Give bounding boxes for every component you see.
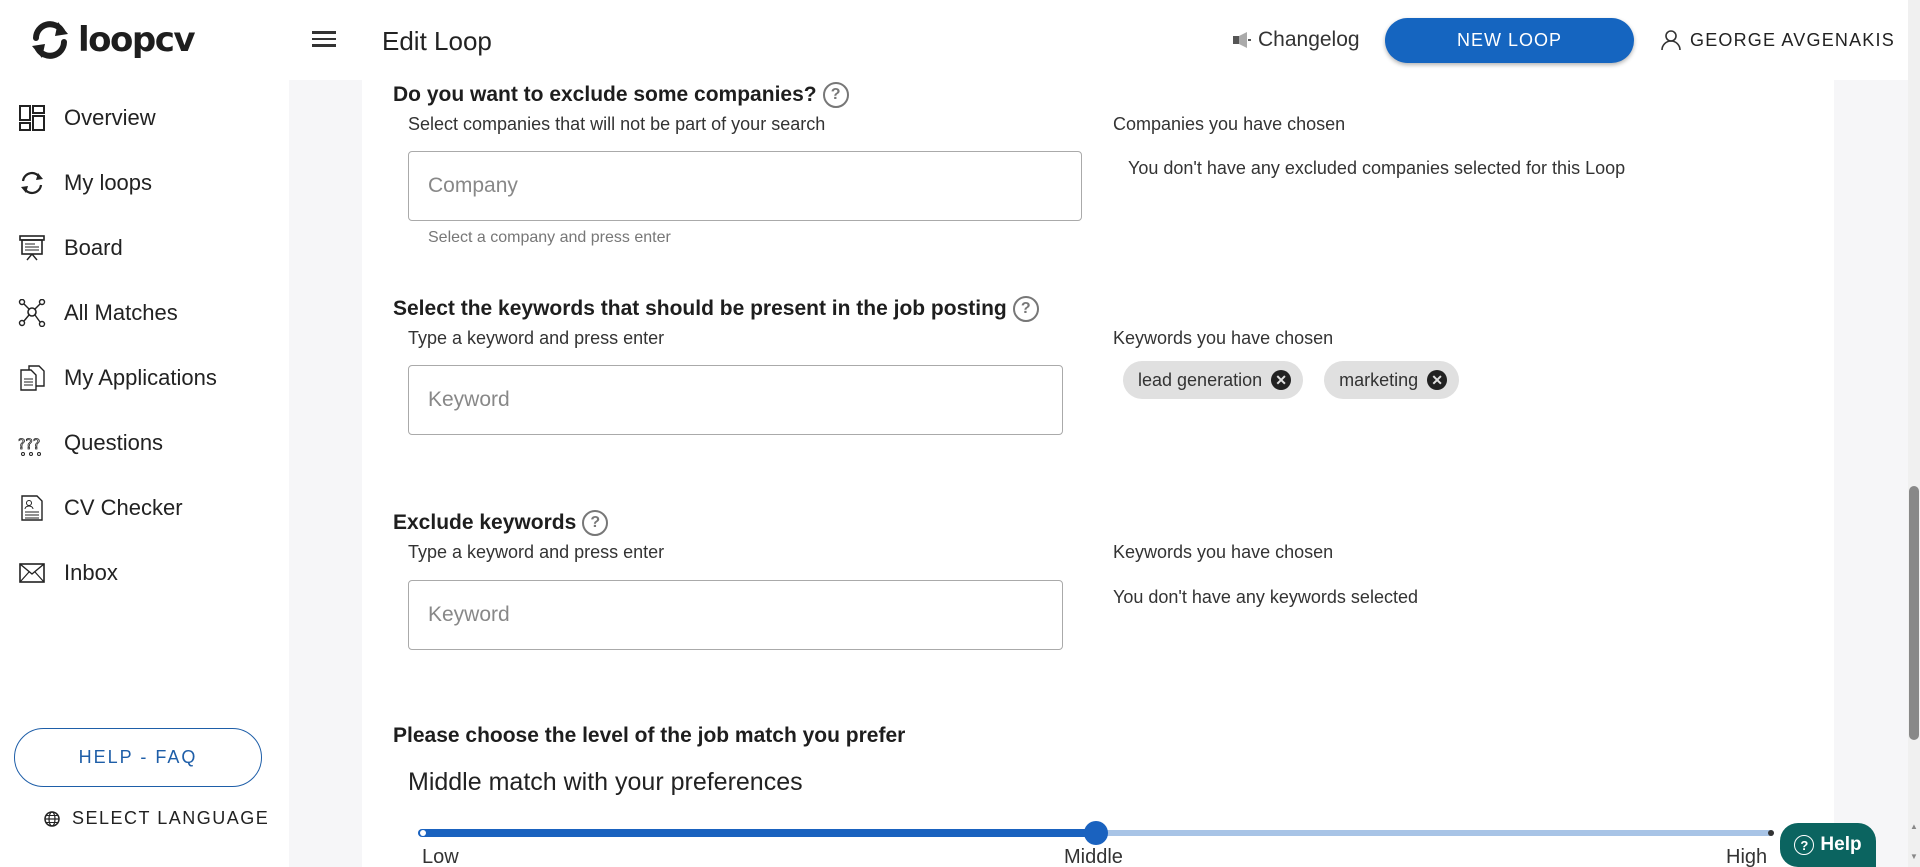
sidebar-item-my-loops[interactable]: My loops: [18, 169, 152, 197]
documents-icon: [20, 365, 45, 391]
globe-icon: [44, 810, 60, 827]
match-level-current: Middle match with your preferences: [408, 768, 803, 796]
include-keyword-input[interactable]: [408, 365, 1063, 435]
keyword-chips: lead generation ✕ marketing ✕: [1123, 361, 1460, 399]
content-gutter-left: [289, 80, 362, 867]
cv-icon: [21, 495, 43, 521]
scroll-down-arrow-icon[interactable]: ▼: [1910, 852, 1918, 861]
heading-text: Select the keywords that should be prese…: [393, 297, 1007, 320]
sidebar-item-label: My loops: [64, 170, 153, 195]
sidebar-item-all-matches[interactable]: All Matches: [18, 299, 178, 327]
content-gutter-right: [1834, 80, 1908, 867]
match-level-heading: Please choose the level of the job match…: [393, 724, 905, 748]
include-keywords-subtitle: Type a keyword and press enter: [408, 328, 665, 348]
sidebar-item-overview[interactable]: Overview: [18, 104, 156, 132]
include-keywords-heading: Select the keywords that should be prese…: [393, 296, 1039, 322]
envelope-icon: [19, 563, 45, 583]
chip-label: marketing: [1339, 369, 1419, 390]
help-question-icon: ?: [1794, 835, 1815, 855]
dashboard-icon: [19, 105, 45, 131]
keywords-chosen-label: Keywords you have chosen: [1113, 328, 1334, 348]
megaphone-icon: [1233, 32, 1251, 48]
loop-logo-icon: [32, 21, 68, 59]
sidebar: Overview My loops Board All Matches My A…: [0, 80, 289, 867]
sidebar-item-label: Overview: [64, 105, 156, 130]
companies-empty-text: You don't have any excluded companies se…: [1128, 158, 1626, 178]
select-language-button[interactable]: SELECT LANGUAGE: [44, 808, 269, 829]
slider-track-fill: [418, 829, 1096, 837]
sidebar-item-my-applications[interactable]: My Applications: [18, 364, 217, 392]
company-input[interactable]: [408, 151, 1082, 221]
help-question-icon[interactable]: ?: [582, 510, 609, 536]
sidebar-item-label: All Matches: [64, 300, 178, 325]
help-widget-button[interactable]: ? Help: [1780, 823, 1876, 867]
sidebar-item-label: Inbox: [64, 560, 118, 585]
keyword-chip: lead generation ✕: [1123, 361, 1304, 399]
select-language-label: SELECT LANGUAGE: [72, 808, 270, 828]
slider-label-high: High: [1726, 846, 1768, 867]
scrollbar-thumb[interactable]: [1909, 486, 1919, 740]
excluded-keywords-chosen-label: Keywords you have chosen: [1113, 542, 1334, 562]
heading-text: Do you want to exclude some companies?: [393, 83, 817, 106]
sidebar-item-cv-checker[interactable]: CV Checker: [18, 494, 183, 522]
loop-icon: [21, 171, 43, 195]
exclude-keywords-heading: Exclude keywords ?: [393, 510, 609, 536]
page-scrollbar[interactable]: ▲ ▼: [1908, 0, 1920, 867]
board-icon: [19, 235, 45, 261]
changelog-link[interactable]: Changelog: [1232, 28, 1360, 52]
heading-text: Please choose the level of the job match…: [393, 724, 906, 747]
slider-tick-high: [1768, 830, 1774, 836]
help-question-icon[interactable]: ?: [1012, 296, 1039, 322]
changelog-label: Changelog: [1258, 28, 1360, 51]
scroll-up-arrow-icon[interactable]: ▲: [1910, 822, 1918, 831]
svg-text:???: ???: [18, 437, 40, 453]
company-input-helper: Select a company and press enter: [428, 229, 671, 246]
slider-tick-low: [420, 830, 426, 836]
network-icon: [18, 299, 46, 327]
user-name: GEORGE AVGENAKIS: [1690, 29, 1895, 50]
companies-chosen-label: Companies you have chosen: [1113, 114, 1346, 134]
sidebar-item-questions[interactable]: ??? Questions: [18, 429, 163, 457]
match-level-slider[interactable]: [418, 821, 1774, 845]
top-header: loopcv Edit Loop Changelog NEW LOOP GEOR…: [0, 0, 1908, 80]
exclude-keyword-input[interactable]: [408, 580, 1063, 650]
remove-chip-icon[interactable]: ✕: [1427, 370, 1448, 390]
chip-label: lead generation: [1138, 369, 1263, 390]
logo-text: loopcv: [78, 20, 196, 60]
sidebar-item-label: My Applications: [64, 365, 217, 390]
sidebar-item-label: Questions: [64, 430, 164, 455]
exclude-companies-subtitle: Select companies that will not be part o…: [408, 114, 826, 134]
exclude-keywords-subtitle: Type a keyword and press enter: [408, 542, 665, 562]
sidebar-item-label: Board: [64, 235, 123, 260]
keyword-chip: marketing ✕: [1324, 361, 1460, 399]
slider-thumb[interactable]: [1084, 821, 1108, 845]
sidebar-item-board[interactable]: Board: [18, 234, 123, 262]
remove-chip-icon[interactable]: ✕: [1271, 370, 1292, 390]
questions-icon: ???: [18, 437, 41, 456]
user-menu[interactable]: GEORGE AVGENAKIS: [1660, 29, 1895, 51]
page-title: Edit Loop: [382, 26, 492, 56]
exclude-companies-heading: Do you want to exclude some companies? ?: [393, 82, 849, 108]
heading-text: Exclude keywords: [393, 511, 577, 534]
new-loop-button[interactable]: NEW LOOP: [1385, 18, 1634, 63]
logo[interactable]: loopcv: [28, 18, 196, 62]
slider-label-middle: Middle: [1064, 846, 1123, 867]
sidebar-item-label: CV Checker: [64, 495, 183, 520]
excluded-keywords-empty-text: You don't have any keywords selected: [1113, 587, 1418, 607]
slider-label-low: Low: [422, 846, 459, 867]
help-widget-label: Help: [1820, 834, 1862, 855]
user-icon: [1661, 30, 1681, 51]
help-faq-button[interactable]: HELP - FAQ: [14, 728, 262, 787]
sidebar-item-inbox[interactable]: Inbox: [18, 559, 118, 587]
menu-toggle-icon[interactable]: [312, 28, 336, 50]
help-question-icon[interactable]: ?: [822, 82, 849, 108]
